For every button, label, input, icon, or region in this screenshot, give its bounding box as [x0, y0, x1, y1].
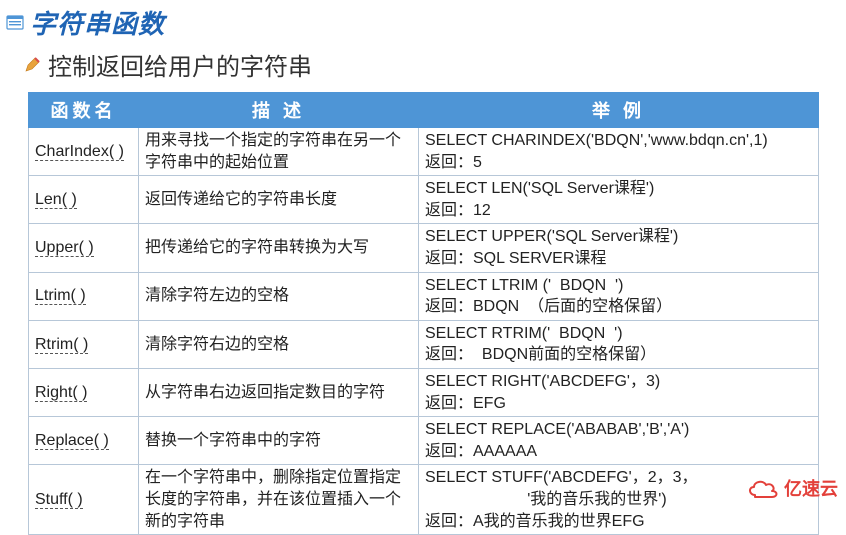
fn-example-cell: SELECT REPLACE('ABABAB','B','A') 返回：AAAA… [419, 417, 819, 465]
table-header-row: 函数名 描 述 举 例 [29, 93, 819, 128]
fn-desc-cell: 清除字符右边的空格 [139, 320, 419, 368]
page-title: 字符串函数 [30, 4, 165, 41]
fn-name-cell: Rtrim( ) [29, 320, 139, 368]
fn-name-cell: Len( ) [29, 176, 139, 224]
pencil-icon [24, 57, 40, 73]
fn-name-cell: Ltrim( ) [29, 272, 139, 320]
example-line: SELECT CHARINDEX('BDQN','www.bdqn.cn',1) [425, 130, 812, 152]
example-line: SELECT LEN('SQL Server课程') [425, 178, 812, 200]
fn-name: CharIndex( ) [35, 143, 124, 161]
fn-name-cell: Stuff( ) [29, 465, 139, 535]
fn-example-cell: SELECT UPPER('SQL Server课程') 返回：SQL SERV… [419, 224, 819, 272]
cloud-icon [746, 477, 780, 499]
page-subtitle: 控制返回给用户的字符串 [48, 47, 312, 82]
fn-name: Rtrim( ) [35, 336, 88, 354]
example-line: SELECT RIGHT('ABCDEFG'，3) [425, 371, 812, 393]
example-line: 返回：EFG [425, 393, 812, 415]
fn-desc-cell: 清除字符左边的空格 [139, 272, 419, 320]
example-line: SELECT REPLACE('ABABAB','B','A') [425, 419, 812, 441]
title-row: 字符串函数 [0, 0, 846, 41]
brand-text: 亿速云 [784, 475, 838, 501]
example-line: 返回： BDQN前面的空格保留） [425, 344, 812, 366]
fn-name-cell: Upper( ) [29, 224, 139, 272]
table-row: Ltrim( ) 清除字符左边的空格 SELECT LTRIM (' BDQN … [29, 272, 819, 320]
example-line: 返回：12 [425, 200, 812, 222]
fn-desc-cell: 在一个字符串中，删除指定位置指定长度的字符串，并在该位置插入一个新的字符串 [139, 465, 419, 535]
fn-example-cell: SELECT RTRIM(' BDQN ') 返回： BDQN前面的空格保留） [419, 320, 819, 368]
subtitle-row: 控制返回给用户的字符串 [0, 41, 846, 82]
example-line: 返回：A我的音乐我的世界EFG [425, 511, 812, 533]
table-row: CharIndex( ) 用来寻找一个指定的字符串在另一个字符串中的起始位置 S… [29, 128, 819, 176]
fn-name: Right( ) [35, 384, 87, 402]
fn-name: Ltrim( ) [35, 287, 86, 305]
fn-desc-cell: 替换一个字符串中的字符 [139, 417, 419, 465]
brand-logo: 亿速云 [746, 475, 838, 501]
example-line: SELECT UPPER('SQL Server课程') [425, 226, 812, 248]
fn-name: Len( ) [35, 191, 77, 209]
fn-name-cell: Replace( ) [29, 417, 139, 465]
fn-desc-cell: 从字符串右边返回指定数目的字符 [139, 368, 419, 416]
th-example: 举 例 [419, 93, 819, 128]
example-line: 返回：SQL SERVER课程 [425, 248, 812, 270]
string-functions-table: 函数名 描 述 举 例 CharIndex( ) 用来寻找一个指定的字符串在另一… [28, 92, 819, 535]
fn-example-cell: SELECT CHARINDEX('BDQN','www.bdqn.cn',1)… [419, 128, 819, 176]
table-row: Rtrim( ) 清除字符右边的空格 SELECT RTRIM(' BDQN '… [29, 320, 819, 368]
example-line: SELECT RTRIM(' BDQN ') [425, 323, 812, 345]
fn-name: Replace( ) [35, 432, 109, 450]
fn-desc-cell: 把传递给它的字符串转换为大写 [139, 224, 419, 272]
example-line: 返回：AAAAAA [425, 441, 812, 463]
table-row: Replace( ) 替换一个字符串中的字符 SELECT REPLACE('A… [29, 417, 819, 465]
th-desc: 描 述 [139, 93, 419, 128]
example-line: 返回：BDQN （后面的空格保留） [425, 296, 812, 318]
fn-name: Stuff( ) [35, 491, 83, 509]
fn-example-cell: SELECT LTRIM (' BDQN ') 返回：BDQN （后面的空格保留… [419, 272, 819, 320]
table-row: Len( ) 返回传递给它的字符串长度 SELECT LEN('SQL Serv… [29, 176, 819, 224]
table-row: Right( ) 从字符串右边返回指定数目的字符 SELECT RIGHT('A… [29, 368, 819, 416]
fn-name-cell: CharIndex( ) [29, 128, 139, 176]
window-icon [6, 14, 24, 32]
fn-name-cell: Right( ) [29, 368, 139, 416]
th-name: 函数名 [29, 93, 139, 128]
fn-example-cell: SELECT LEN('SQL Server课程') 返回：12 [419, 176, 819, 224]
table-row: Stuff( ) 在一个字符串中，删除指定位置指定长度的字符串，并在该位置插入一… [29, 465, 819, 535]
example-line: 返回：5 [425, 152, 812, 174]
fn-name: Upper( ) [35, 239, 94, 257]
fn-desc-cell: 用来寻找一个指定的字符串在另一个字符串中的起始位置 [139, 128, 419, 176]
example-line: SELECT LTRIM (' BDQN ') [425, 275, 812, 297]
fn-desc-cell: 返回传递给它的字符串长度 [139, 176, 419, 224]
table-row: Upper( ) 把传递给它的字符串转换为大写 SELECT UPPER('SQ… [29, 224, 819, 272]
fn-example-cell: SELECT RIGHT('ABCDEFG'，3) 返回：EFG [419, 368, 819, 416]
